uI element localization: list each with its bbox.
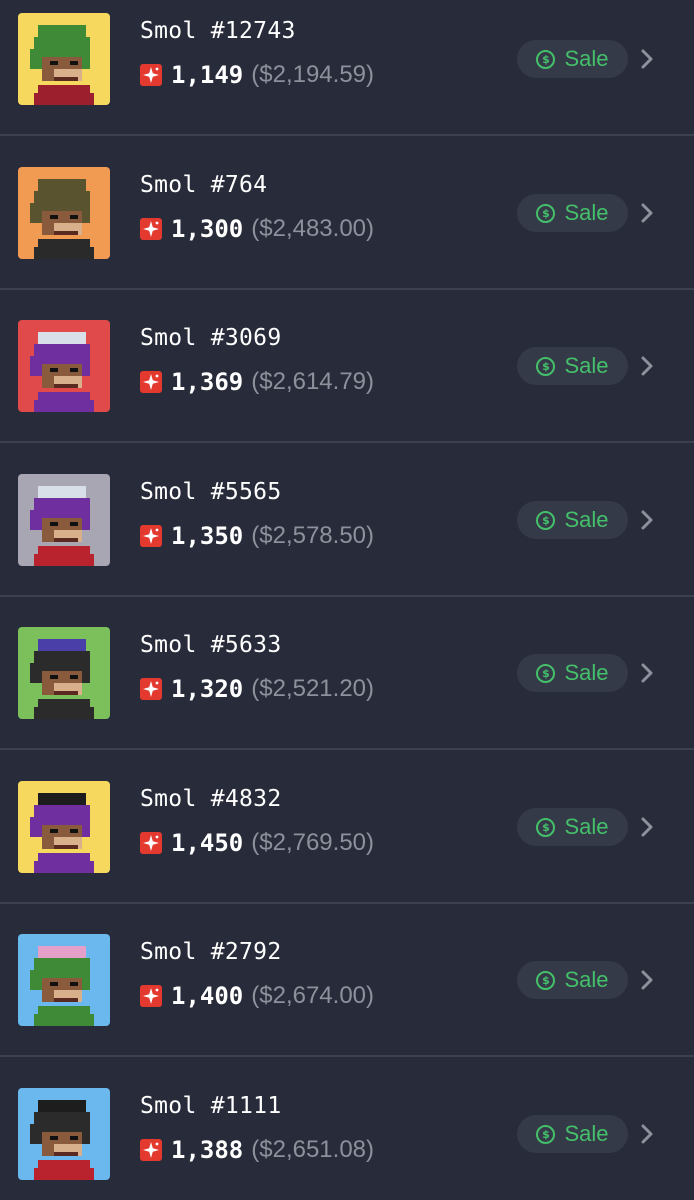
- usd-price: ($2,578.50): [251, 522, 375, 549]
- magic-sparkle-icon: [140, 985, 162, 1007]
- sale-badge[interactable]: $ Sale: [517, 1115, 628, 1153]
- item-name: Smol #764: [140, 172, 268, 198]
- usd-price: ($2,614.79): [251, 368, 375, 395]
- magic-price: 1,400: [171, 982, 244, 1010]
- listing-row[interactable]: Smol #2792 1,400 ($2,674.00) $ Sale: [0, 904, 694, 1057]
- sale-badge[interactable]: $ Sale: [517, 501, 628, 539]
- dollar-circle-icon: $: [536, 970, 556, 990]
- sale-badge[interactable]: $ Sale: [517, 654, 628, 692]
- sale-label: Sale: [564, 1121, 609, 1146]
- magic-price: 1,369: [171, 368, 244, 396]
- price-line: 1,450 ($2,769.50): [140, 828, 374, 858]
- chevron-right-icon[interactable]: [640, 202, 654, 224]
- dollar-circle-icon: $: [536, 510, 556, 530]
- smol-avatar-image: [18, 1088, 110, 1180]
- sale-label: Sale: [564, 46, 609, 71]
- dollar-circle-icon: $: [536, 663, 556, 683]
- dollar-circle-icon: $: [536, 203, 556, 223]
- chevron-right-icon[interactable]: [640, 355, 654, 377]
- item-name: Smol #4832: [140, 786, 282, 812]
- price-line: 1,320 ($2,521.20): [140, 674, 374, 704]
- sale-label: Sale: [564, 507, 609, 532]
- sale-label: Sale: [564, 967, 609, 992]
- smol-avatar-image: [18, 320, 110, 412]
- usd-price: ($2,521.20): [251, 675, 375, 702]
- dollar-circle-icon: $: [536, 49, 556, 69]
- magic-price: 1,350: [171, 522, 244, 550]
- usd-price: ($2,194.59): [251, 61, 375, 88]
- chevron-right-icon[interactable]: [640, 969, 654, 991]
- sale-badge[interactable]: $ Sale: [517, 40, 628, 78]
- smol-avatar-image: [18, 627, 110, 719]
- sale-label: Sale: [564, 814, 609, 839]
- sale-label: Sale: [564, 660, 609, 685]
- listing-row[interactable]: Smol #1111 1,388 ($2,651.08) $ Sale: [0, 1058, 694, 1200]
- listing-row[interactable]: Smol #5565 1,350 ($2,578.50) $ Sale: [0, 444, 694, 597]
- chevron-right-icon[interactable]: [640, 48, 654, 70]
- sale-label: Sale: [564, 200, 609, 225]
- smol-avatar-image: [18, 13, 110, 105]
- item-name: Smol #12743: [140, 18, 296, 44]
- chevron-right-icon[interactable]: [640, 816, 654, 838]
- usd-price: ($2,651.08): [251, 1136, 375, 1163]
- listing-list: Smol #12743 1,149 ($2,194.59) $ Sale Smo…: [0, 0, 694, 1200]
- sale-badge[interactable]: $ Sale: [517, 808, 628, 846]
- dollar-circle-icon: $: [536, 356, 556, 376]
- magic-price: 1,300: [171, 215, 244, 243]
- magic-price: 1,149: [171, 61, 244, 89]
- price-line: 1,300 ($2,483.00): [140, 214, 374, 244]
- sale-badge[interactable]: $ Sale: [517, 961, 628, 999]
- sale-badge[interactable]: $ Sale: [517, 347, 628, 385]
- magic-sparkle-icon: [140, 678, 162, 700]
- smol-avatar-image: [18, 474, 110, 566]
- price-line: 1,388 ($2,651.08): [140, 1135, 374, 1165]
- price-line: 1,369 ($2,614.79): [140, 367, 374, 397]
- listing-row[interactable]: Smol #764 1,300 ($2,483.00) $ Sale: [0, 137, 694, 290]
- sale-label: Sale: [564, 353, 609, 378]
- smol-avatar-image: [18, 167, 110, 259]
- usd-price: ($2,769.50): [251, 829, 375, 856]
- price-line: 1,350 ($2,578.50): [140, 521, 374, 551]
- magic-price: 1,320: [171, 675, 244, 703]
- magic-sparkle-icon: [140, 371, 162, 393]
- listing-row[interactable]: Smol #5633 1,320 ($2,521.20) $ Sale: [0, 597, 694, 750]
- smol-avatar-image: [18, 781, 110, 873]
- usd-price: ($2,674.00): [251, 982, 375, 1009]
- listing-row[interactable]: Smol #3069 1,369 ($2,614.79) $ Sale: [0, 290, 694, 443]
- item-name: Smol #5565: [140, 479, 282, 505]
- magic-sparkle-icon: [140, 1139, 162, 1161]
- magic-sparkle-icon: [140, 64, 162, 86]
- price-line: 1,149 ($2,194.59): [140, 60, 374, 90]
- smol-avatar-image: [18, 934, 110, 1026]
- item-name: Smol #3069: [140, 325, 282, 351]
- listing-row[interactable]: Smol #12743 1,149 ($2,194.59) $ Sale: [0, 0, 694, 136]
- item-name: Smol #1111: [140, 1093, 282, 1119]
- sale-badge[interactable]: $ Sale: [517, 194, 628, 232]
- magic-sparkle-icon: [140, 218, 162, 240]
- price-line: 1,400 ($2,674.00): [140, 981, 374, 1011]
- dollar-circle-icon: $: [536, 817, 556, 837]
- listing-row[interactable]: Smol #4832 1,450 ($2,769.50) $ Sale: [0, 751, 694, 904]
- chevron-right-icon[interactable]: [640, 662, 654, 684]
- item-name: Smol #2792: [140, 939, 282, 965]
- dollar-circle-icon: $: [536, 1124, 556, 1144]
- magic-sparkle-icon: [140, 832, 162, 854]
- magic-price: 1,450: [171, 829, 244, 857]
- usd-price: ($2,483.00): [251, 215, 375, 242]
- magic-sparkle-icon: [140, 525, 162, 547]
- chevron-right-icon[interactable]: [640, 509, 654, 531]
- magic-price: 1,388: [171, 1136, 244, 1164]
- item-name: Smol #5633: [140, 632, 282, 658]
- chevron-right-icon[interactable]: [640, 1123, 654, 1145]
